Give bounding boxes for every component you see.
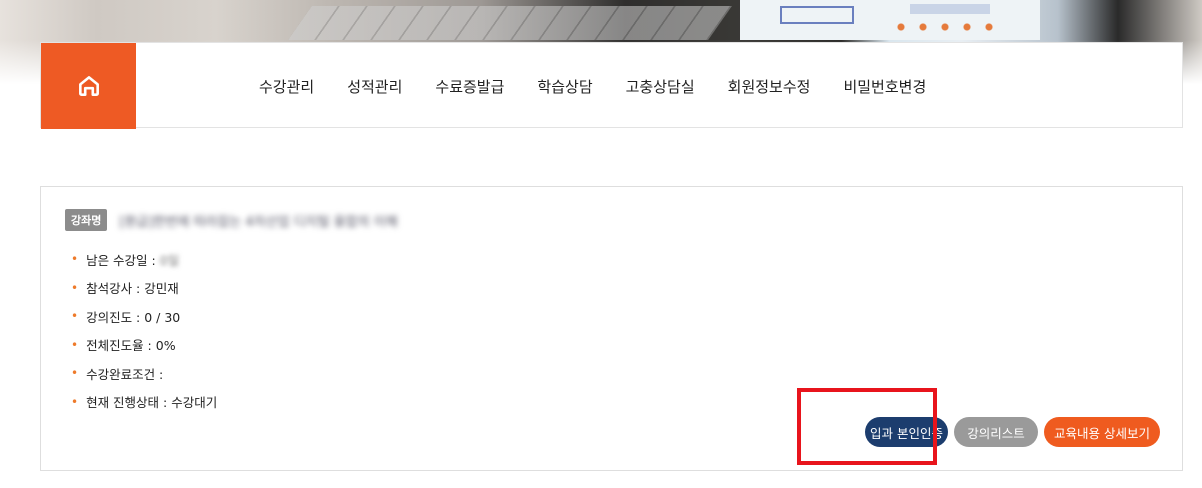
course-name-badge: 강좌명	[65, 209, 108, 231]
info-instructor: • 참석강사 : 강민재	[71, 274, 217, 303]
banner-keyboard	[288, 6, 732, 40]
identity-verification-button[interactable]: 입과 본인인증	[865, 417, 948, 447]
info-remaining-days: • 남은 수강일 : 0일	[71, 245, 217, 274]
nav-change-password[interactable]: 비밀번호변경	[843, 76, 926, 97]
course-card: 강좌명 [환급]한번에 따라잡는 4차산업 디지털 융합의 이해 • 남은 수강…	[40, 186, 1183, 471]
info-label: 남은 수강일 :	[86, 252, 156, 268]
course-info-list: • 남은 수강일 : 0일 • 참석강사 : 강민재 • 강의진도 : 0 / …	[71, 245, 217, 416]
main-menu: 수강관리 성적관리 수료증발급 학습상담 고충상담실 회원정보수정 비밀번호변경	[259, 43, 959, 129]
info-completion-condition: • 수강완료조건 :	[71, 359, 217, 388]
nav-grievance-office[interactable]: 고충상담실	[626, 76, 695, 97]
info-label: 현재 진행상태 : 수강대기	[86, 395, 218, 411]
nav-edit-member-info[interactable]: 회원정보수정	[728, 76, 811, 97]
lecture-list-button[interactable]: 강의리스트	[954, 417, 1038, 447]
nav-grade-management[interactable]: 성적관리	[347, 76, 402, 97]
bullet-icon: •	[71, 394, 79, 409]
nav-course-management[interactable]: 수강관리	[259, 76, 314, 97]
bullet-icon: •	[71, 337, 79, 352]
home-button[interactable]	[41, 43, 136, 129]
course-title-row: 강좌명 [환급]한번에 따라잡는 4차산업 디지털 융합의 이해	[65, 209, 398, 231]
info-label: 강의진도 : 0 / 30	[86, 309, 181, 325]
bullet-icon: •	[71, 366, 79, 381]
top-nav-bar: 수강관리 성적관리 수료증발급 학습상담 고충상담실 회원정보수정 비밀번호변경	[40, 42, 1183, 129]
course-detail-button[interactable]: 교육내용 상세보기	[1044, 417, 1160, 447]
info-label: 참석강사 : 강민재	[86, 281, 179, 297]
info-total-progress-rate: • 전체진도율 : 0%	[71, 331, 217, 360]
nav-certificate-issuance[interactable]: 수료증발급	[435, 76, 504, 97]
banner-screen	[740, 0, 1040, 40]
bullet-icon: •	[71, 252, 79, 267]
nav-learning-consultation[interactable]: 학습상담	[537, 76, 592, 97]
bullet-icon: •	[71, 309, 79, 324]
bullet-icon: •	[71, 280, 79, 295]
info-current-status: • 현재 진행상태 : 수강대기	[71, 388, 217, 417]
course-action-buttons: 입과 본인인증 강의리스트 교육내용 상세보기	[859, 417, 1160, 447]
info-blurred-value: 0일	[159, 252, 180, 268]
info-lecture-progress: • 강의진도 : 0 / 30	[71, 302, 217, 331]
course-name: [환급]한번에 따라잡는 4차산업 디지털 융합의 이해	[119, 214, 398, 230]
home-icon	[78, 76, 99, 96]
info-label: 수강완료조건 :	[86, 366, 164, 382]
info-label: 전체진도율 : 0%	[86, 338, 176, 354]
